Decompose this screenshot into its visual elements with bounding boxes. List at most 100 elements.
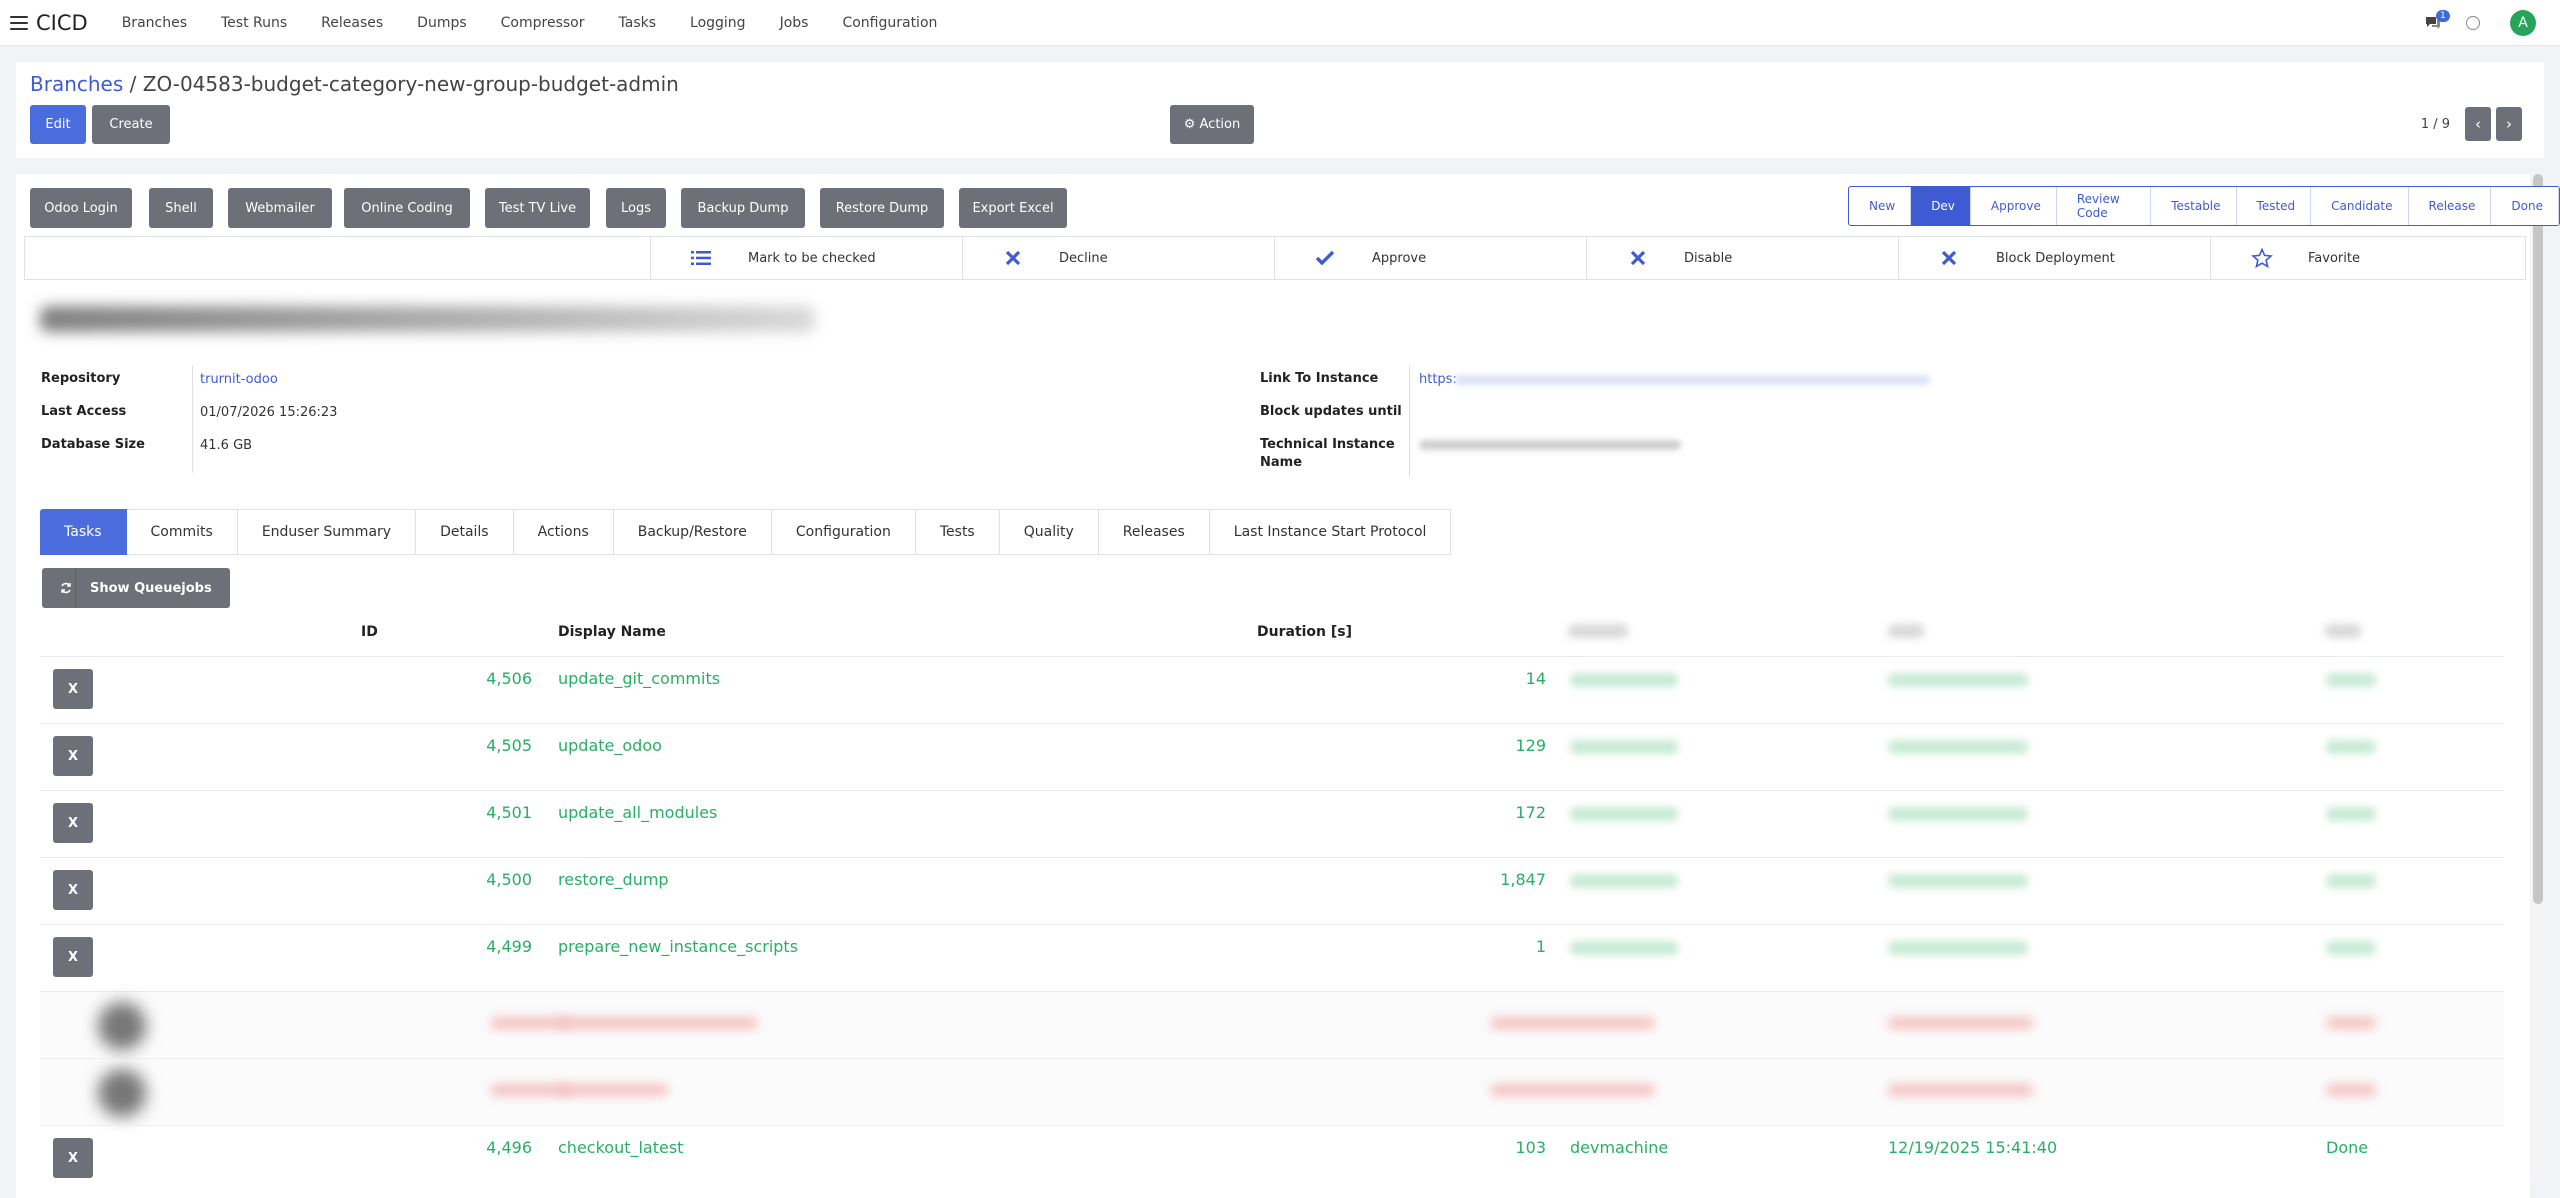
decline-button[interactable]: Decline bbox=[962, 237, 1274, 279]
restore-dump-button[interactable]: Restore Dump bbox=[820, 188, 944, 228]
table-row[interactable]: X 4,506 update_git_commits 14 bbox=[40, 656, 2504, 722]
redacted-cell bbox=[2326, 740, 2376, 754]
row-delete-button[interactable]: X bbox=[53, 1138, 93, 1178]
table-row[interactable]: X 4,496 checkout_latest 103 devmachine 1… bbox=[40, 1125, 2504, 1191]
pager-next-button[interactable]: › bbox=[2496, 107, 2522, 141]
tab-configuration[interactable]: Configuration bbox=[771, 509, 916, 555]
edit-button[interactable]: Edit bbox=[30, 105, 86, 144]
tab-tasks[interactable]: Tasks bbox=[40, 509, 127, 555]
block-deployment-button[interactable]: Block Deployment bbox=[1898, 237, 2210, 279]
hamburger-menu-icon[interactable] bbox=[10, 15, 28, 30]
mark-to-be-checked-button[interactable]: Mark to be checked bbox=[650, 237, 962, 279]
online-coding-button[interactable]: Online Coding bbox=[344, 188, 470, 228]
button-box-spacer bbox=[25, 237, 650, 279]
star-icon bbox=[2251, 248, 2273, 268]
approve-button[interactable]: Approve bbox=[1274, 237, 1586, 279]
repository-link[interactable]: trurnit-odoo bbox=[200, 372, 278, 387]
action-button[interactable]: ⚙ Action bbox=[1170, 105, 1254, 144]
stage-new[interactable]: New bbox=[1849, 187, 1912, 225]
task-duration: 129 bbox=[1515, 736, 1546, 755]
menu-item-releases[interactable]: Releases bbox=[321, 15, 383, 31]
task-id: 4,499 bbox=[486, 937, 532, 956]
task-duration: 1 bbox=[1535, 937, 1546, 956]
messages-icon[interactable]: 1 bbox=[2424, 10, 2450, 33]
stage-done[interactable]: Done bbox=[2491, 187, 2559, 225]
shell-button[interactable]: Shell bbox=[149, 188, 213, 228]
tab-releases[interactable]: Releases bbox=[1098, 509, 1210, 555]
redacted-cell bbox=[1888, 673, 2028, 687]
menu-item-branches[interactable]: Branches bbox=[122, 15, 187, 31]
decline-label: Decline bbox=[1059, 250, 1108, 266]
redacted-cell bbox=[1888, 874, 2028, 888]
table-row[interactable]: X 4,499 prepare_new_instance_scripts 1 bbox=[40, 924, 2504, 990]
field-separator bbox=[1409, 365, 1410, 477]
test-tv-live-button[interactable]: Test TV Live bbox=[485, 188, 590, 228]
tab-quality[interactable]: Quality bbox=[999, 509, 1099, 555]
row-delete-button[interactable]: X bbox=[53, 937, 93, 977]
column-header-duration[interactable]: Duration [s] bbox=[1257, 624, 1352, 640]
stage-review-code[interactable]: Review Code bbox=[2057, 187, 2152, 225]
favorite-button[interactable]: Favorite bbox=[2210, 237, 2525, 279]
column-header-id[interactable]: ID bbox=[361, 624, 378, 640]
breadcrumb-current: ZO-04583-budget-category-new-group-budge… bbox=[142, 72, 679, 96]
menu-item-test-runs[interactable]: Test Runs bbox=[221, 15, 287, 31]
user-avatar[interactable]: A bbox=[2510, 10, 2536, 36]
row-delete-button[interactable]: X bbox=[53, 803, 93, 843]
task-display-name: restore_dump bbox=[558, 870, 669, 889]
menu-item-compressor[interactable]: Compressor bbox=[501, 15, 585, 31]
app-brand[interactable]: CICD bbox=[36, 11, 88, 35]
stage-tested[interactable]: Tested bbox=[2237, 187, 2312, 225]
menu-item-dumps[interactable]: Dumps bbox=[417, 15, 466, 31]
tab-details[interactable]: Details bbox=[416, 509, 514, 555]
stage-candidate[interactable]: Candidate bbox=[2311, 187, 2409, 225]
table-row[interactable]: X 4,505 update_odoo 129 bbox=[40, 723, 2504, 789]
redacted-cell bbox=[1570, 673, 1678, 687]
link-to-instance-value[interactable]: https: bbox=[1419, 372, 1457, 387]
create-button[interactable]: Create bbox=[92, 105, 170, 144]
show-queuejobs-button[interactable]: Show Queuejobs bbox=[42, 568, 230, 608]
tab-commits[interactable]: Commits bbox=[126, 509, 238, 555]
mark-to-be-checked-label: Mark to be checked bbox=[748, 250, 876, 266]
column-header-redacted bbox=[1888, 624, 1924, 638]
export-excel-button[interactable]: Export Excel bbox=[959, 188, 1067, 228]
disable-button[interactable]: Disable bbox=[1586, 237, 1898, 279]
stage-testable[interactable]: Testable bbox=[2151, 187, 2237, 225]
webmailer-button[interactable]: Webmailer bbox=[228, 188, 332, 228]
last-access-label: Last Access bbox=[41, 404, 127, 419]
x-icon bbox=[1005, 250, 1021, 266]
stage-dev[interactable]: Dev bbox=[1911, 187, 1971, 225]
tab-enduser-summary[interactable]: Enduser Summary bbox=[237, 509, 417, 555]
scrollbar-thumb[interactable] bbox=[2533, 174, 2543, 904]
tab-actions[interactable]: Actions bbox=[513, 509, 614, 555]
menu-item-logging[interactable]: Logging bbox=[690, 15, 746, 31]
activity-clock-icon[interactable] bbox=[2466, 16, 2480, 30]
odoo-login-button[interactable]: Odoo Login bbox=[30, 188, 132, 228]
row-delete-button[interactable]: X bbox=[53, 870, 93, 910]
redacted-cell bbox=[2326, 1017, 2376, 1029]
breadcrumb-branches-link[interactable]: Branches bbox=[30, 72, 123, 96]
stage-release[interactable]: Release bbox=[2409, 187, 2492, 225]
stage-approve[interactable]: Approve bbox=[1971, 187, 2057, 225]
table-row[interactable]: X 4,501 update_all_modules 172 bbox=[40, 790, 2504, 856]
logs-button[interactable]: Logs bbox=[606, 188, 666, 228]
table-row[interactable]: X 4,500 restore_dump 1,847 bbox=[40, 857, 2504, 923]
tab-backup-restore[interactable]: Backup/Restore bbox=[613, 509, 772, 555]
column-header-display-name[interactable]: Display Name bbox=[558, 624, 666, 640]
row-delete-button[interactable]: X bbox=[53, 669, 93, 709]
redacted-cell bbox=[1490, 1017, 1655, 1029]
link-redacted bbox=[1455, 375, 1930, 385]
repository-label: Repository bbox=[41, 371, 121, 386]
database-size-value: 41.6 GB bbox=[200, 438, 253, 453]
menu-item-configuration[interactable]: Configuration bbox=[842, 15, 937, 31]
disable-label: Disable bbox=[1684, 250, 1733, 266]
row-delete-button[interactable]: X bbox=[53, 736, 93, 776]
redacted-cell bbox=[2326, 874, 2376, 888]
menu-item-tasks[interactable]: Tasks bbox=[619, 15, 657, 31]
tab-last-instance-start-protocol[interactable]: Last Instance Start Protocol bbox=[1209, 509, 1452, 555]
tab-tests[interactable]: Tests bbox=[915, 509, 1000, 555]
backup-dump-button[interactable]: Backup Dump bbox=[681, 188, 805, 228]
column-header-redacted bbox=[2325, 624, 2361, 638]
task-display-name: update_odoo bbox=[558, 736, 662, 755]
pager-previous-button[interactable]: ‹ bbox=[2465, 107, 2491, 141]
menu-item-jobs[interactable]: Jobs bbox=[780, 15, 809, 31]
